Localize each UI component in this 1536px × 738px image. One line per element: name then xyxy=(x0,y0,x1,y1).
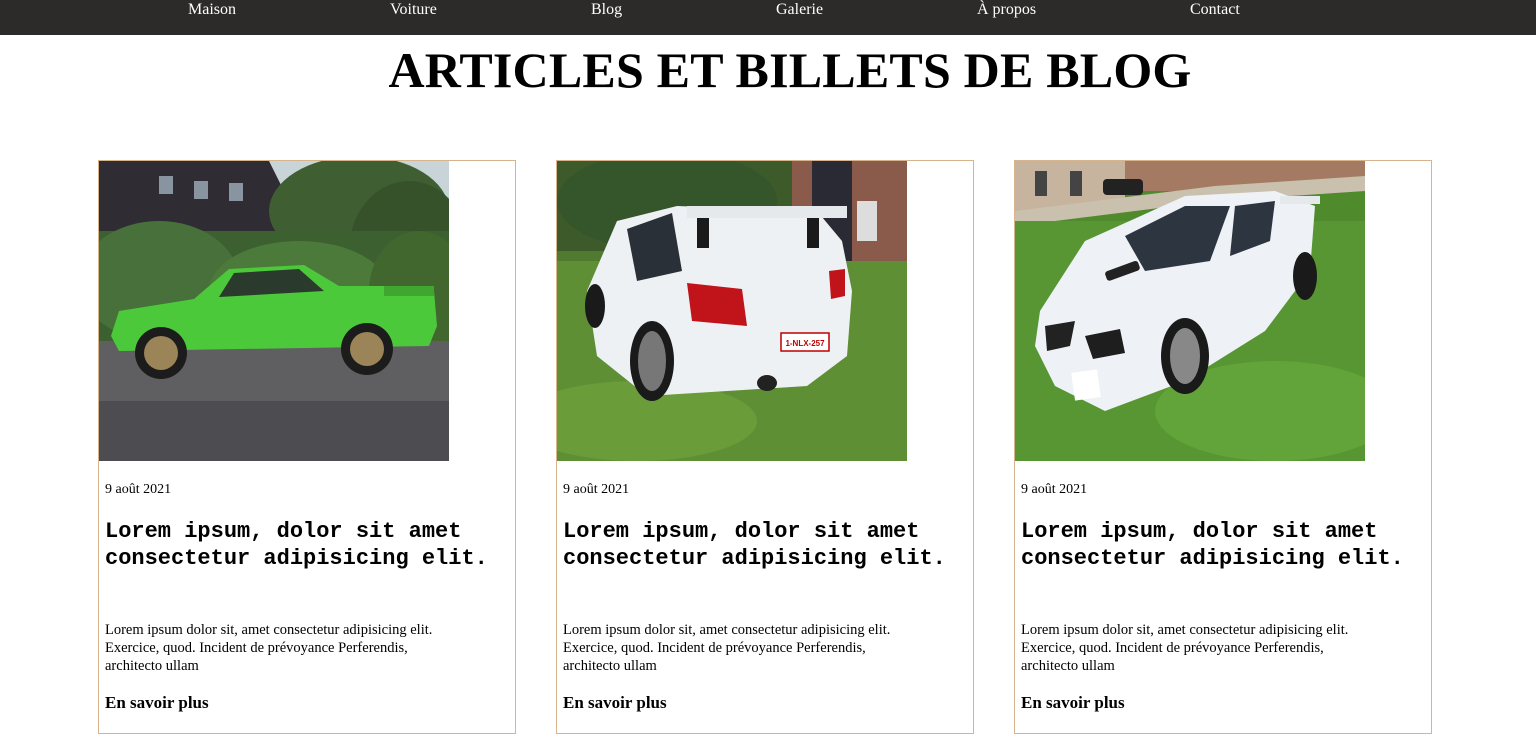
blog-card-3: 9 août 2021 Lorem ipsum, dolor sit amet … xyxy=(1014,160,1432,734)
card-date: 9 août 2021 xyxy=(563,482,630,497)
nav-link-maison[interactable]: Maison xyxy=(188,1,236,19)
read-more-link[interactable]: En savoir plus xyxy=(105,693,209,713)
card-excerpt: Lorem ipsum dolor sit, amet consectetur … xyxy=(1021,622,1349,674)
nav-link-blog[interactable]: Blog xyxy=(591,1,622,19)
card-title: Lorem ipsum, dolor sit amet consectetur … xyxy=(105,519,488,571)
blog-card-1: 9 août 2021 Lorem ipsum, dolor sit amet … xyxy=(98,160,516,734)
top-navbar: Maison Voiture Blog Galerie À propos Con… xyxy=(0,0,1536,35)
page-title: ARTICLES ET BILLETS DE BLOG xyxy=(388,42,1192,98)
card-excerpt: Lorem ipsum dolor sit, amet consectetur … xyxy=(105,622,433,674)
nav-link-voiture[interactable]: Voiture xyxy=(390,1,437,19)
card-image-subaru-rear[interactable]: 1-NLX-257 xyxy=(557,161,907,461)
license-plate-text: 1-NLX-257 xyxy=(785,339,825,348)
card-image-subaru-front[interactable] xyxy=(1015,161,1365,461)
card-title: Lorem ipsum, dolor sit amet consectetur … xyxy=(563,519,946,571)
read-more-link[interactable]: En savoir plus xyxy=(563,693,667,713)
card-date: 9 août 2021 xyxy=(1021,482,1088,497)
green-car-photo xyxy=(99,161,449,461)
nav-link-contact[interactable]: Contact xyxy=(1190,1,1240,19)
nav-link-galerie[interactable]: Galerie xyxy=(776,1,823,19)
nav-link-a-propos[interactable]: À propos xyxy=(977,1,1036,19)
card-date: 9 août 2021 xyxy=(105,482,172,497)
blog-card-2: 1-NLX-257 9 août 2021 Lorem ipsum, dolor… xyxy=(556,160,974,734)
subaru-front-photo xyxy=(1015,161,1365,461)
card-title: Lorem ipsum, dolor sit amet consectetur … xyxy=(1021,519,1404,571)
read-more-link[interactable]: En savoir plus xyxy=(1021,693,1125,713)
card-image-green-car[interactable] xyxy=(99,161,449,461)
subaru-rear-photo: 1-NLX-257 xyxy=(557,161,907,461)
card-excerpt: Lorem ipsum dolor sit, amet consectetur … xyxy=(563,622,891,674)
